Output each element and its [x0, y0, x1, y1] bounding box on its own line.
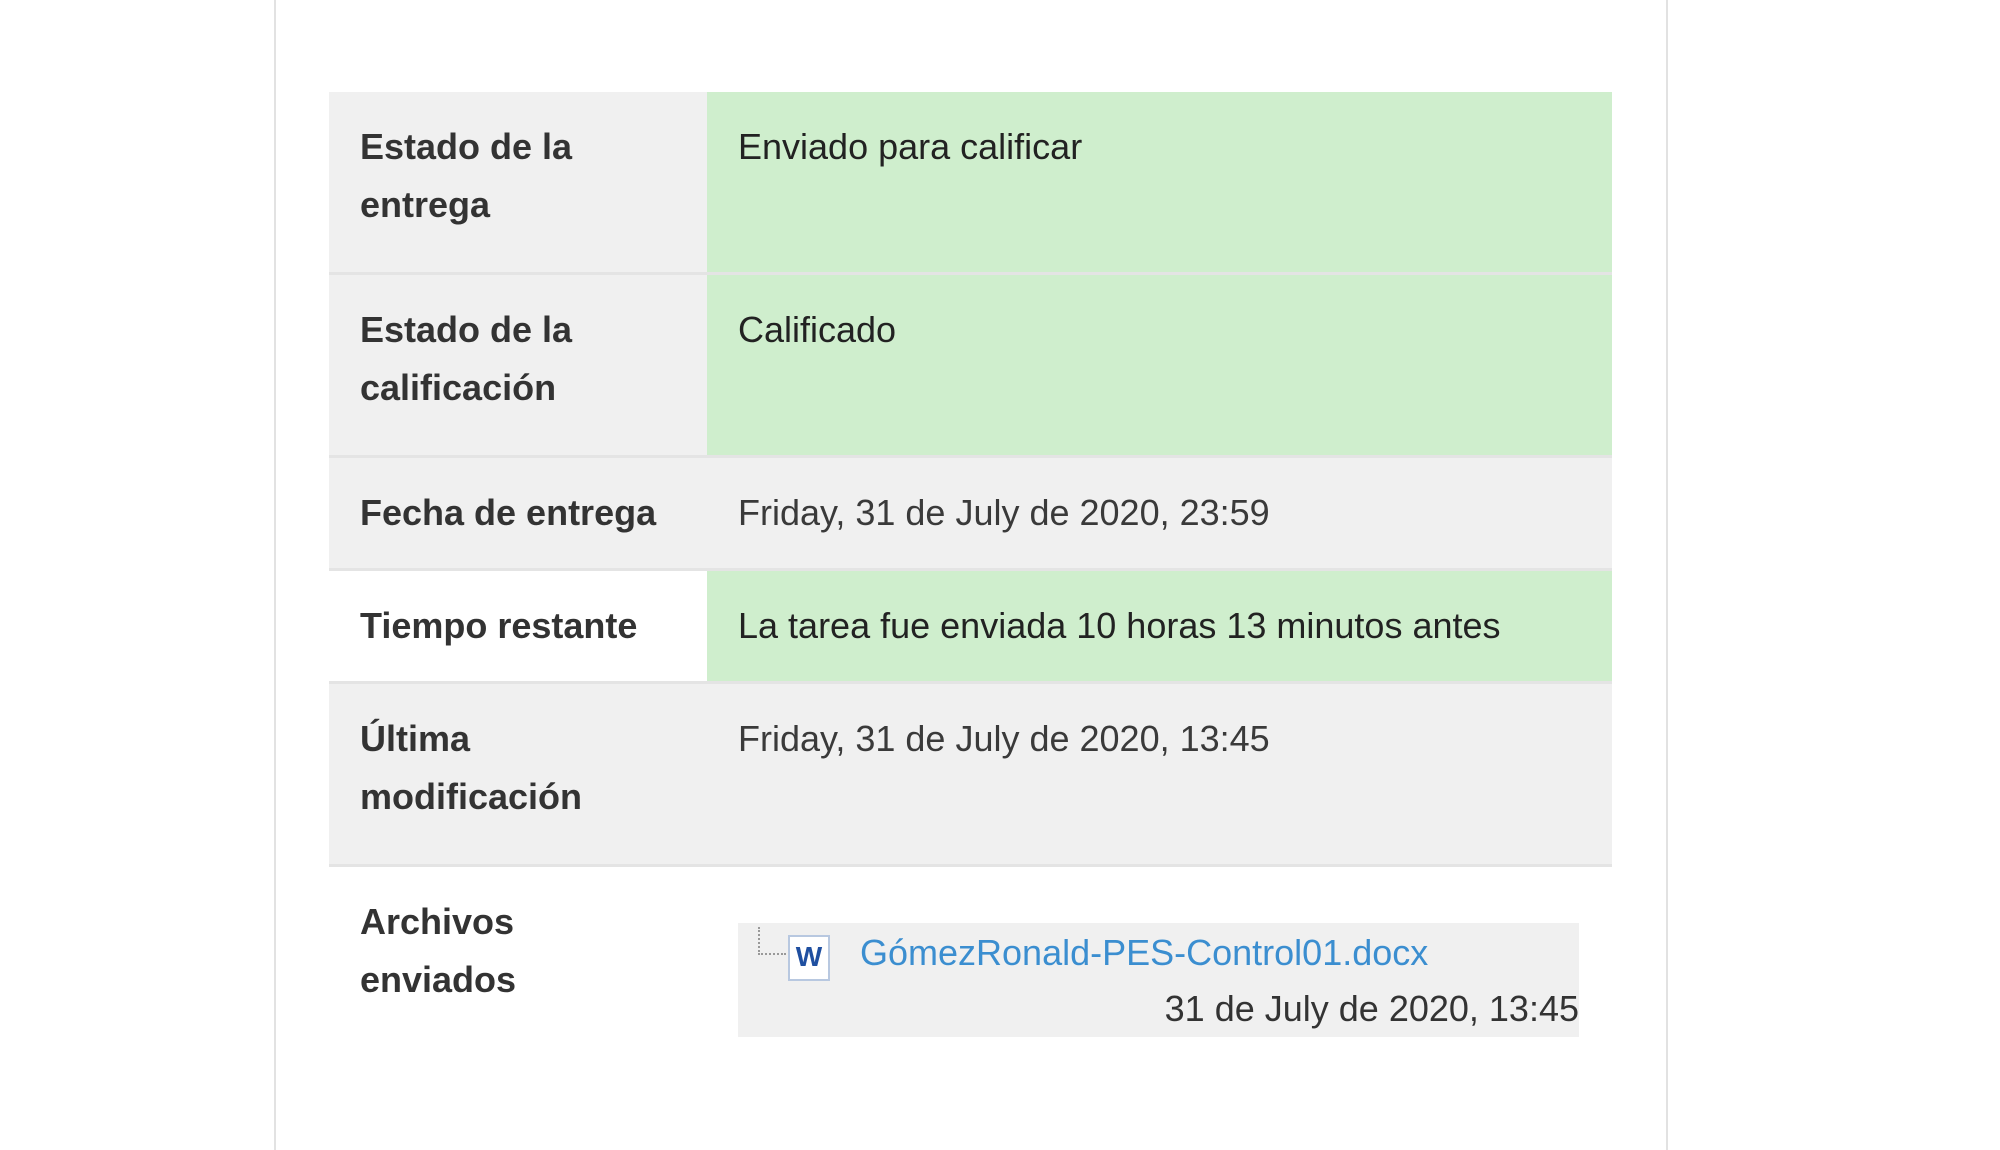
due-date-value: Friday, 31 de July de 2020, 23:59 — [707, 456, 1612, 570]
row-label: Tiempo restante — [329, 569, 707, 683]
submission-status-table: Estado de la entrega Enviado para califi… — [329, 92, 1612, 1063]
time-remaining-value: La tarea fue enviada 10 horas 13 minutos… — [707, 569, 1612, 683]
table-row: Estado de la calificación Calificado — [329, 273, 1612, 457]
table-row: Archivos enviados W GómezRonald-PES-Cont… — [329, 865, 1612, 1063]
table-row: Última modificación Friday, 31 de July d… — [329, 682, 1612, 866]
row-label: Archivos enviados — [329, 865, 707, 1063]
submission-status-value: Enviado para calificar — [707, 92, 1612, 274]
row-label: Fecha de entrega — [329, 456, 707, 570]
row-label: Estado de la entrega — [329, 92, 707, 274]
tree-connector-icon — [758, 927, 786, 955]
submitted-files-value: W GómezRonald-PES-Control01.docx 31 de J… — [707, 865, 1612, 1063]
table-row: Tiempo restante La tarea fue enviada 10 … — [329, 569, 1612, 683]
file-date: 31 de July de 2020, 13:45 — [1164, 988, 1579, 1029]
grading-status-value: Calificado — [707, 273, 1612, 457]
row-label: Última modificación — [329, 682, 707, 866]
table-row: Estado de la entrega Enviado para califi… — [329, 92, 1612, 274]
row-label: Estado de la calificación — [329, 273, 707, 457]
last-modified-value: Friday, 31 de July de 2020, 13:45 — [707, 682, 1612, 866]
word-document-icon: W — [788, 935, 830, 981]
file-list: W GómezRonald-PES-Control01.docx 31 de J… — [738, 923, 1579, 1037]
table-row: Fecha de entrega Friday, 31 de July de 2… — [329, 456, 1612, 570]
file-link[interactable]: GómezRonald-PES-Control01.docx — [860, 929, 1428, 977]
